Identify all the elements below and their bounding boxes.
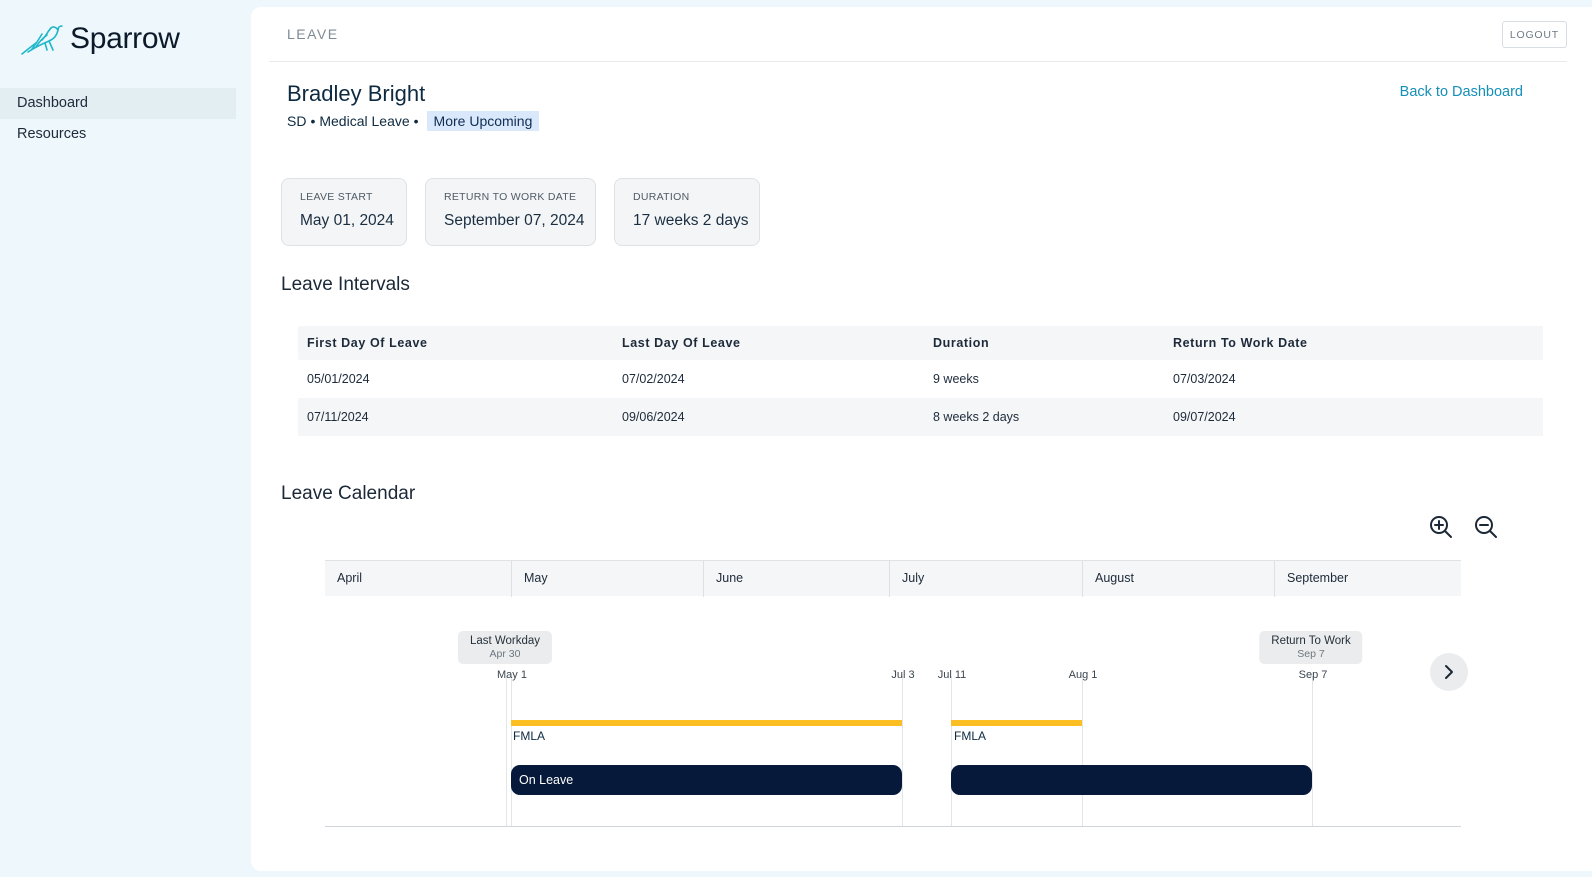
- stat-card-duration: DURATION 17 weeks 2 days: [614, 178, 760, 246]
- fmla-label: FMLA: [954, 729, 987, 743]
- month-header-row: April May June July August September: [325, 560, 1461, 597]
- next-button[interactable]: [1430, 653, 1468, 691]
- month-may: May: [511, 561, 703, 597]
- employee-meta: SD • Medical Leave • More Upcoming: [287, 111, 540, 131]
- month-september: September: [1274, 561, 1461, 597]
- fmla-label: FMLA: [513, 729, 546, 743]
- leave-intervals-title: Leave Intervals: [281, 274, 410, 295]
- sidebar: Sparrow Dashboard Resources: [0, 0, 250, 877]
- brand-name: Sparrow: [70, 22, 180, 55]
- chevron-right-icon: [1445, 665, 1453, 679]
- month-april: April: [337, 571, 363, 585]
- gridline: [1082, 676, 1083, 826]
- leave-calendar-timeline: April May June July August September Las…: [325, 560, 1461, 828]
- stat-value: 17 weeks 2 days: [633, 212, 749, 229]
- table-cell: 05/01/2024: [307, 372, 370, 386]
- back-to-dashboard-link[interactable]: Back to Dashboard: [1400, 84, 1523, 100]
- table-header-row: First Day Of Leave Last Day Of Leave Dur…: [298, 326, 1543, 360]
- tick-label: Sep 7: [1298, 669, 1328, 681]
- brand-logo[interactable]: Sparrow: [20, 22, 180, 56]
- top-bar: LEAVE LOGOUT: [269, 7, 1567, 62]
- zoom-out-icon: [1475, 516, 1497, 538]
- marker-date: Apr 30: [489, 648, 521, 660]
- table-cell: 9 weeks: [933, 372, 979, 386]
- zoom-in-icon: [1430, 516, 1452, 538]
- stat-value: May 01, 2024: [300, 212, 394, 229]
- employee-leave-type: Medical Leave: [319, 113, 410, 129]
- month-august: August: [1082, 561, 1274, 597]
- logout-button[interactable]: LOGOUT: [1501, 21, 1567, 48]
- leave-calendar-title: Leave Calendar: [281, 483, 416, 504]
- tick-label: May 1: [497, 669, 527, 681]
- column-header: First Day Of Leave: [307, 336, 428, 350]
- meta-separator: •: [310, 113, 316, 129]
- sidebar-item-dashboard[interactable]: Dashboard: [0, 88, 236, 119]
- on-leave-bar[interactable]: On Leave: [511, 765, 902, 795]
- column-header: Duration: [933, 336, 990, 350]
- marker-title: Last Workday: [469, 635, 541, 647]
- fmla-bar: [511, 720, 902, 726]
- fmla-bar: [951, 720, 1082, 726]
- gridline: [511, 676, 512, 826]
- tick-label: Jul 3: [891, 669, 915, 681]
- marker-date: Sep 7: [1297, 648, 1325, 660]
- table-cell: 8 weeks 2 days: [933, 410, 1020, 424]
- month-july: July: [889, 561, 1082, 597]
- meta-separator: •: [413, 113, 419, 129]
- table-cell: 09/07/2024: [1173, 410, 1236, 424]
- zoom-in-button[interactable]: [1427, 513, 1455, 541]
- zoom-out-button[interactable]: [1472, 513, 1500, 541]
- table-cell: 09/06/2024: [622, 410, 685, 424]
- gridline: [1312, 676, 1313, 826]
- gridline: [902, 676, 903, 826]
- marker-title: Return To Work: [1271, 635, 1351, 647]
- return-to-work-marker: Return To Work Sep 7: [1259, 631, 1363, 664]
- stat-value: September 07, 2024: [444, 212, 585, 229]
- timeline-baseline: [325, 826, 1461, 827]
- table-cell: 07/11/2024: [307, 410, 369, 424]
- last-workday-marker: Last Workday Apr 30: [457, 631, 553, 664]
- gridline: [506, 676, 507, 826]
- table-row: 07/11/2024 09/06/2024 8 weeks 2 days 09/…: [298, 398, 1543, 436]
- stat-card-return-to-work: RETURN TO WORK DATE September 07, 2024: [425, 178, 596, 246]
- page-section-title: LEAVE: [287, 26, 339, 42]
- gridline: [951, 676, 952, 826]
- table-row: 05/01/2024 07/02/2024 9 weeks 07/03/2024: [298, 360, 1543, 398]
- sidebar-item-resources[interactable]: Resources: [0, 119, 236, 150]
- tick-label: Jul 11: [937, 669, 967, 681]
- employee-name: Bradley Bright: [287, 81, 426, 106]
- employee-state: SD: [287, 113, 307, 129]
- leave-intervals-table: First Day Of Leave Last Day Of Leave Dur…: [298, 326, 1543, 436]
- stat-label: RETURN TO WORK DATE: [444, 191, 577, 203]
- stat-label: DURATION: [633, 191, 690, 203]
- stat-label: LEAVE START: [300, 191, 373, 203]
- column-header: Last Day Of Leave: [622, 336, 741, 350]
- on-leave-bar[interactable]: [951, 765, 1312, 795]
- column-header: Return To Work Date: [1173, 336, 1308, 350]
- main-panel: LEAVE LOGOUT Bradley Bright SD • Medical…: [251, 7, 1592, 871]
- sparrow-bird-icon: [21, 25, 63, 55]
- table-cell: 07/02/2024: [622, 372, 685, 386]
- sidebar-nav: Dashboard Resources: [0, 88, 236, 150]
- month-june: June: [703, 561, 889, 597]
- table-cell: 07/03/2024: [1173, 372, 1236, 386]
- status-badge: More Upcoming: [426, 111, 540, 131]
- tick-label: Aug 1: [1068, 669, 1098, 681]
- stat-card-leave-start: LEAVE START May 01, 2024: [281, 178, 407, 246]
